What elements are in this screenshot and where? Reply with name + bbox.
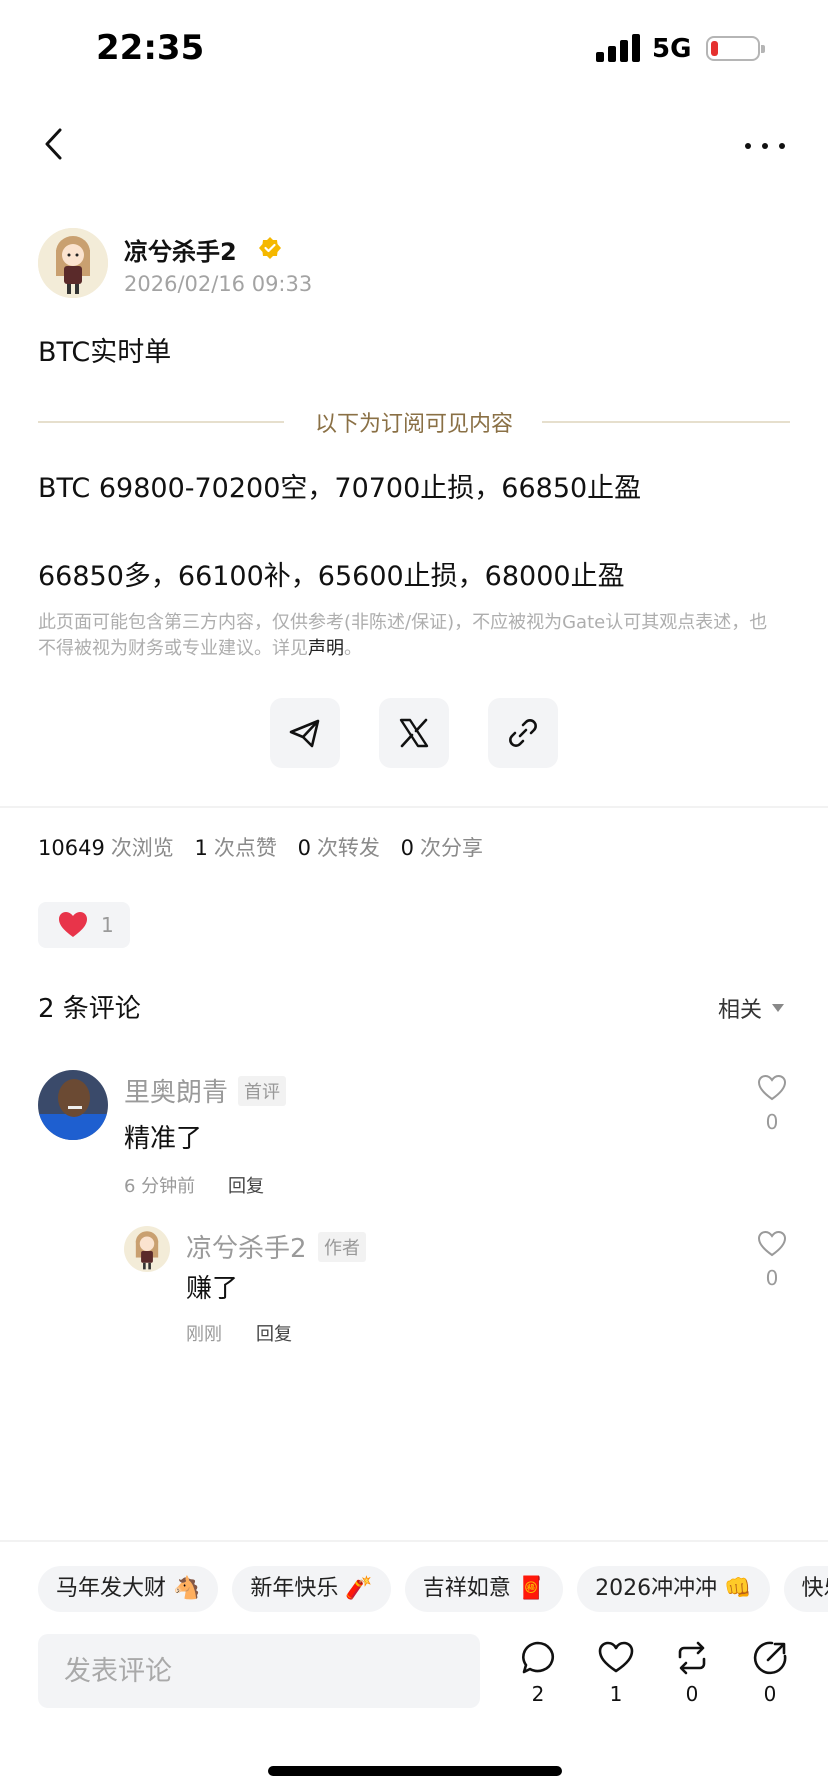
verified-badge-icon [258,236,282,260]
status-time: 22:35 [96,28,205,68]
disclaimer-link[interactable]: 声明 [308,638,344,659]
anime-girl-avatar-icon [124,1226,170,1272]
bottom-divider [0,1540,828,1542]
status-bar: 22:35 5G [0,0,828,100]
views-count: 10649 [38,836,105,860]
quick-reply-chip[interactable]: 马年发大财 🐴 [38,1566,219,1612]
more-button[interactable] [740,126,790,166]
telegram-icon [289,719,320,748]
chevron-left-icon [45,128,62,160]
comment-author[interactable]: 里奥朗青 [124,1072,228,1109]
heart-icon [59,912,87,937]
heart-outline-icon [757,1074,787,1101]
shares-count: 0 [400,836,414,860]
reply-button[interactable]: 回复 [256,1320,292,1346]
repost-icon [678,1641,706,1675]
reply-text: 赚了 [186,1274,239,1304]
network-label: 5G [652,34,692,64]
comment-input[interactable] [38,1634,480,1708]
trade-line-short: BTC 69800-70200空，70700止损，66850止盈 [38,473,642,504]
comment-icon [522,1641,554,1674]
quick-reply-chip[interactable]: 吉祥如意 🧧 [404,1566,564,1612]
person-photo-avatar-icon [38,1070,108,1140]
heart-reaction-chip[interactable]: 1 [38,902,130,948]
disclaimer-end: 。 [344,638,362,659]
battery-icon [706,36,765,61]
reply-time: 刚刚 [186,1324,222,1345]
x-icon [399,718,429,748]
reply-like-button[interactable] [757,1230,787,1258]
reply-button[interactable]: 回复 [228,1172,264,1198]
comment-text: 精准了 [124,1124,203,1154]
quick-reply-chips: 马年发大财 🐴 新年快乐 🧨 吉祥如意 🧧 2026冲冲冲 👊 快乐 [38,1566,828,1612]
post-stats: 10649 次浏览 1 次点赞 0 次转发 0 次分享 [38,832,497,862]
disclaimer: 此页面可能包含第三方内容，仅供参考(非陈述/保证)，不应被视为Gate认可其观点… [38,610,778,662]
post-title: BTC实时单 [38,337,172,368]
like-count: 1 [609,1682,623,1706]
link-icon [509,719,537,747]
quick-reply-chip[interactable]: 新年快乐 🧨 [232,1566,391,1612]
reaction-count: 1 [101,913,114,937]
reply-like-count: 0 [765,1266,779,1290]
reply-author-avatar[interactable] [124,1226,170,1272]
views-label: 次浏览 [110,836,174,860]
sort-dropdown[interactable]: 相关 [718,992,762,1024]
share-count: 0 [763,1682,777,1706]
disclaimer-text: 此页面可能包含第三方内容，仅供参考(非陈述/保证)，不应被视为Gate认可其观点… [38,612,768,659]
reposts-label: 次转发 [316,836,380,860]
shares-label: 次分享 [420,836,483,860]
signal-icon [596,34,640,62]
quick-reply-chip[interactable]: 快乐 [783,1566,828,1612]
trade-line-long: 66850多，66100补，65600止损，68000止盈 [38,561,625,592]
share-x-button[interactable] [379,698,449,768]
reply-author[interactable]: 凉兮杀手2 [186,1228,307,1265]
reposts-count: 0 [297,836,311,860]
share-telegram-button[interactable] [270,698,340,768]
author-tag: 作者 [318,1232,366,1262]
comment-like-count: 0 [765,1110,779,1134]
section-divider [0,806,828,808]
share-icon [753,1641,787,1675]
first-comment-tag: 首评 [238,1076,286,1106]
heart-outline-icon [598,1641,634,1673]
repost-count: 0 [685,1682,699,1706]
subscriber-divider: 以下为订阅可见内容 [38,404,790,440]
more-icon [745,143,785,149]
author-name[interactable]: 凉兮杀手2 [124,232,237,267]
comment-like-button[interactable] [757,1074,787,1102]
author-avatar[interactable] [38,228,108,298]
comment-count: 2 [531,1682,545,1706]
likes-label: 次点赞 [213,836,277,860]
caret-down-icon [772,1004,784,1012]
copy-link-button[interactable] [488,698,558,768]
comment-time: 6 分钟前 [124,1176,196,1197]
likes-count: 1 [194,836,208,860]
home-indicator[interactable] [268,1766,562,1776]
post-timestamp: 2026/02/16 09:33 [124,272,313,296]
back-button[interactable] [36,124,76,164]
comments-title: 2 条评论 [38,994,141,1024]
anime-girl-avatar-icon [38,228,108,298]
heart-outline-icon [757,1230,787,1257]
commenter-avatar[interactable] [38,1070,108,1140]
quick-reply-chip[interactable]: 2026冲冲冲 👊 [577,1566,770,1612]
